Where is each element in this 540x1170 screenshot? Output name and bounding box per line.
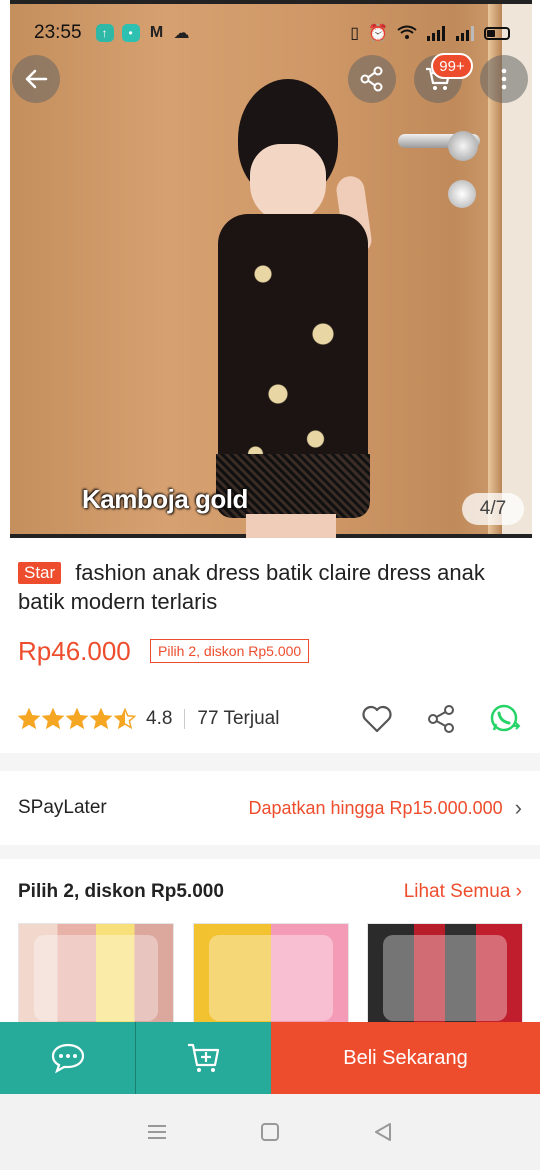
system-nav-bar [0,1094,540,1170]
see-all-link[interactable]: Lihat Semua › [404,881,522,903]
chevron-right-icon: › [514,795,522,820]
bundle-promo-tag[interactable]: Pilih 2, diskon Rp5.000 [150,639,310,663]
star-icon [114,708,136,730]
back-button[interactable] [12,55,60,103]
share-icon [360,66,383,92]
product-screen: Kamboja gold 4/7 23:55 ↑ • M ☁ ▯ ⏰ 99+ S… [0,0,540,1170]
rating-stars [18,708,136,730]
alarm-icon: ⏰ [368,25,388,42]
sold-count: 77 Terjual [197,708,280,729]
buy-now-button[interactable]: Beli Sekarang [271,1022,540,1094]
chat-icon [51,1043,84,1074]
bundle-item-thumbnail[interactable] [18,923,174,1033]
bottom-action-bar: Beli Sekarang [0,1022,540,1094]
status-time: 23:55 [34,22,82,43]
signal-2-icon [456,26,474,41]
chat-notification-icon: • [121,24,140,42]
rating-row: 4.8 77 Terjual [18,702,522,736]
heart-icon[interactable] [360,702,394,736]
image-counter: 4/7 [462,493,524,525]
bundle-title: Pilih 2, diskon Rp5.000 [18,881,224,902]
more-button[interactable] [480,55,528,103]
battery-icon [484,26,510,40]
spaylater-label: SPayLater [18,797,107,818]
gmail-icon: M [149,24,164,41]
star-seller-tag: Star [18,562,62,584]
product-actions [360,702,522,736]
rating-value: 4.8 [146,708,173,729]
bundle-item-thumbnail[interactable] [367,923,523,1033]
spaylater-row[interactable]: SPayLater Dapatkan hingga Rp15.000.000 › [0,771,540,845]
product-price: Rp46.000 [18,636,131,666]
vibrate-icon: ▯ [350,25,360,42]
signal-icon [427,26,445,41]
chat-button[interactable] [0,1022,135,1094]
add-to-cart-icon [187,1043,219,1072]
image-caption: Kamboja gold [82,484,248,514]
whatsapp-icon[interactable] [488,702,522,736]
share-icon[interactable] [424,702,458,736]
divider [184,709,186,729]
product-title: fashion anak dress batik claire dress an… [18,560,485,614]
product-info-card: Star fashion anak dress batik claire dres… [0,540,540,753]
upload-notification-icon: ↑ [95,24,114,42]
bundle-item-thumbnail[interactable] [193,923,349,1033]
share-button[interactable] [348,55,396,103]
menu-icon[interactable] [145,1120,169,1144]
product-title-block: Star fashion anak dress batik claire dres… [18,558,528,616]
back-icon[interactable] [371,1120,395,1144]
more-vert-icon [501,68,507,90]
star-icon [18,708,40,730]
add-to-cart-button[interactable] [135,1022,271,1094]
star-icon [42,708,64,730]
wifi-icon [397,25,417,39]
back-arrow-icon [25,69,48,89]
star-icon [66,708,88,730]
cloud-icon: ☁ [173,25,190,42]
cart-badge: 99+ [431,53,473,79]
star-icon [90,708,112,730]
spaylater-promo: Dapatkan hingga Rp15.000.000 [248,797,503,818]
home-icon[interactable] [258,1120,282,1144]
